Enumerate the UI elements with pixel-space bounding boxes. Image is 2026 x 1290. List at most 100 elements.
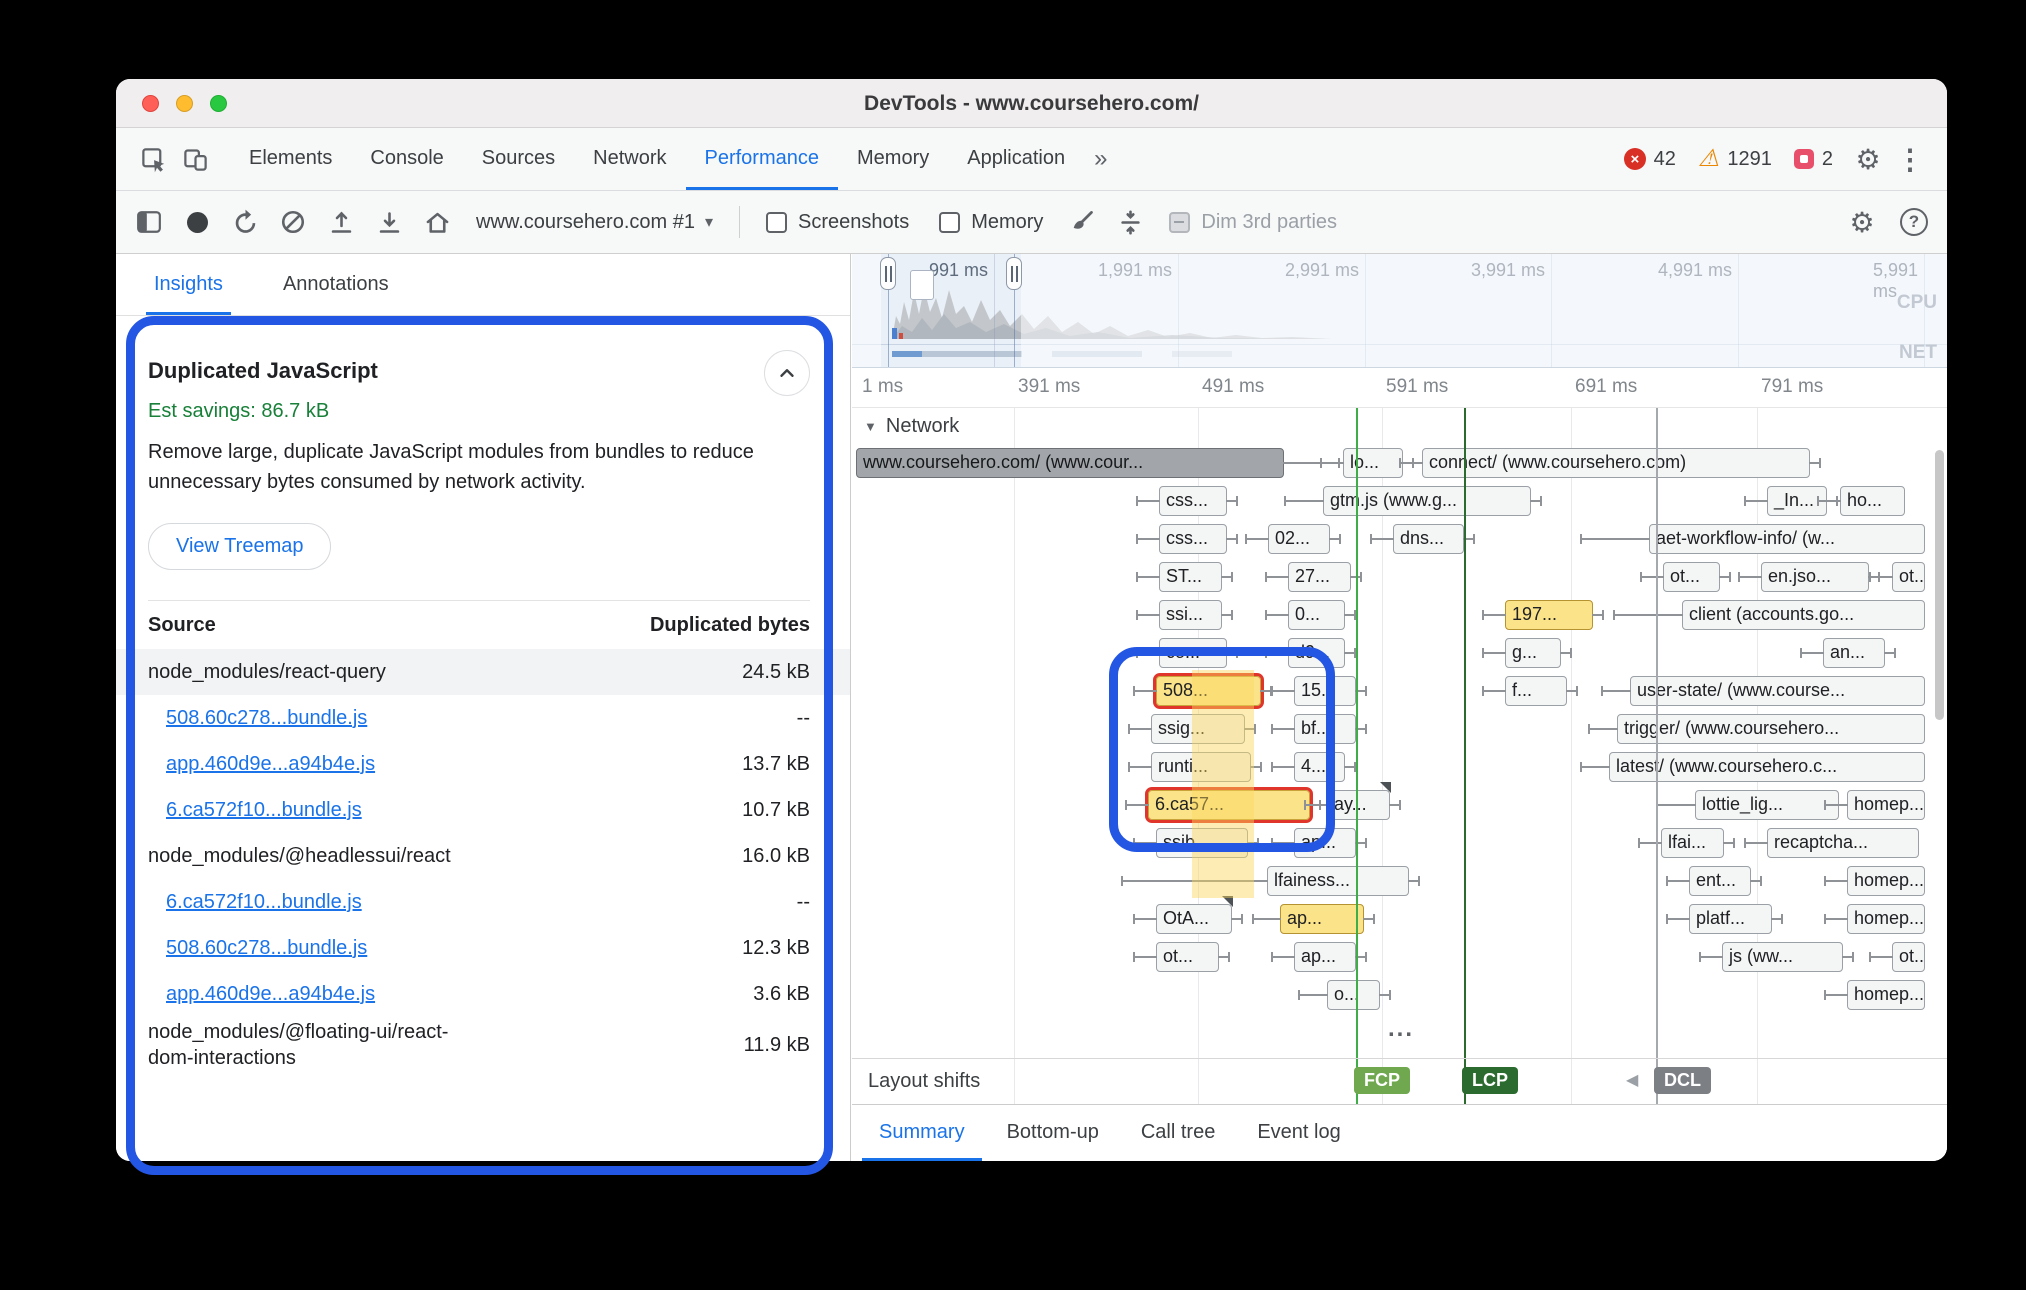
network-request[interactable]: lfai... [1661, 828, 1724, 858]
network-request[interactable]: 02... [1268, 524, 1330, 554]
network-request[interactable]: ssig... [1151, 714, 1245, 744]
load-profile-icon[interactable] [320, 201, 362, 243]
insight-table-row[interactable]: node_modules/react-query24.5 kB [116, 649, 850, 695]
network-request[interactable]: o... [1327, 980, 1380, 1010]
network-request[interactable]: 508... [1156, 676, 1261, 706]
network-request[interactable]: lfainess... [1267, 866, 1409, 896]
tab-elements[interactable]: Elements [230, 128, 351, 190]
vertical-scrollbar[interactable] [1935, 450, 1944, 720]
network-request[interactable]: dns... [1393, 524, 1464, 554]
insight-table-row[interactable]: 6.ca572f10...bundle.js10.7 kB [116, 787, 850, 833]
insight-table-row[interactable]: app.460d9e...a94b4e.js3.6 kB [116, 971, 850, 1017]
network-request[interactable]: connect/ (www.coursehero.com) [1422, 448, 1810, 478]
network-request[interactable]: ay... [1327, 790, 1390, 820]
network-request[interactable]: d9... [1288, 638, 1345, 668]
network-request[interactable]: 6.ca57... [1148, 790, 1310, 820]
warning-badge[interactable]: ⚠1291 [1698, 148, 1772, 171]
insight-table-row[interactable]: 6.ca572f10...bundle.js-- [116, 879, 850, 925]
network-request[interactable]: latest/ (www.coursehero.c... [1609, 752, 1925, 782]
view-treemap-button[interactable]: View Treemap [148, 523, 331, 570]
insight-table-row[interactable]: app.460d9e...a94b4e.js13.7 kB [116, 741, 850, 787]
script-link[interactable]: app.460d9e...a94b4e.js [166, 751, 375, 777]
marker-lcp[interactable]: LCP [1462, 1067, 1518, 1094]
tab-console[interactable]: Console [351, 128, 462, 190]
screenshots-checkbox[interactable]: Screenshots [754, 211, 921, 234]
network-request[interactable]: homep... [1847, 866, 1925, 896]
memory-checkbox[interactable]: Memory [927, 211, 1055, 234]
more-tabs-button[interactable]: » [1084, 145, 1117, 173]
tab-sources[interactable]: Sources [463, 128, 574, 190]
network-request[interactable]: lo... [1343, 448, 1403, 478]
selection-handle-right[interactable] [1006, 257, 1022, 290]
network-request[interactable]: 4... [1294, 752, 1345, 782]
network-request[interactable]: ot... [1156, 942, 1219, 972]
bottom-tab-event-log[interactable]: Event log [1240, 1105, 1357, 1161]
script-link[interactable]: 6.ca572f10...bundle.js [166, 889, 362, 915]
network-request[interactable]: aet-workflow-info/ (w... [1649, 524, 1925, 554]
network-request[interactable]: ot... [1663, 562, 1720, 592]
collapse-recording-icon[interactable] [1109, 201, 1151, 243]
device-toolbar-icon[interactable] [174, 138, 216, 180]
selection-handle-left[interactable] [880, 257, 896, 290]
network-request[interactable]: gtm.js (www.g... [1323, 486, 1531, 516]
network-request[interactable]: user-state/ (www.course... [1630, 676, 1925, 706]
network-request[interactable]: ot... [1892, 942, 1925, 972]
network-request[interactable]: OtA... [1156, 904, 1232, 934]
network-request[interactable]: ent... [1689, 866, 1751, 896]
live-metrics-home-icon[interactable] [416, 201, 458, 243]
dim-3rd-parties-checkbox[interactable]: Dim 3rd parties [1157, 211, 1349, 234]
script-link[interactable]: 508.60c278...bundle.js [166, 935, 367, 961]
network-request[interactable]: ST... [1159, 562, 1222, 592]
tab-application[interactable]: Application [948, 128, 1084, 190]
network-request[interactable]: trigger/ (www.coursehero... [1617, 714, 1925, 744]
network-request[interactable]: ap... [1280, 904, 1364, 934]
settings-gear-icon[interactable]: ⚙ [1847, 138, 1889, 180]
tab-performance[interactable]: Performance [686, 128, 839, 190]
network-request[interactable]: ot... [1892, 562, 1925, 592]
network-request[interactable]: 0... [1288, 600, 1345, 630]
marker-fcp[interactable]: FCP [1354, 1067, 1410, 1094]
marker-dcl[interactable]: DCL [1654, 1067, 1711, 1094]
network-request[interactable]: ssib... [1156, 828, 1248, 858]
network-request[interactable]: g... [1505, 638, 1561, 668]
network-request[interactable]: lottie_lig... [1695, 790, 1839, 820]
network-request[interactable]: platf... [1689, 904, 1772, 934]
kebab-menu-icon[interactable]: ⋮ [1889, 138, 1931, 180]
script-link[interactable]: 508.60c278...bundle.js [166, 705, 367, 731]
error-badge[interactable]: ×42 [1624, 148, 1676, 171]
sidebar-tab-insights[interactable]: Insights [146, 254, 231, 315]
network-request[interactable]: css... [1159, 524, 1227, 554]
help-icon[interactable]: ? [1893, 201, 1935, 243]
collapse-insight-button[interactable] [764, 350, 810, 396]
network-request[interactable]: runti... [1151, 752, 1251, 782]
insight-table-row[interactable]: node_modules/@headlessui/react16.0 kB [116, 833, 850, 879]
network-request[interactable]: en.jso... [1761, 562, 1869, 592]
collect-garbage-icon[interactable] [1061, 201, 1103, 243]
network-request[interactable]: homep... [1847, 904, 1925, 934]
filmstrip-thumbnail[interactable] [910, 270, 934, 300]
issues-badge[interactable]: 2 [1794, 148, 1833, 171]
bottom-tab-bottom-up[interactable]: Bottom-up [990, 1105, 1116, 1161]
insight-table-row[interactable]: node_modules/@floating-ui/react-dom-inte… [116, 1017, 850, 1073]
insight-table-row[interactable]: 508.60c278...bundle.js12.3 kB [116, 925, 850, 971]
toggle-sidebar-icon[interactable] [128, 201, 170, 243]
network-request[interactable]: recaptcha... [1767, 828, 1919, 858]
script-link[interactable]: 6.ca572f10...bundle.js [166, 797, 362, 823]
inspect-element-icon[interactable] [132, 138, 174, 180]
network-request[interactable]: bf... [1294, 714, 1356, 744]
network-request[interactable]: ho... [1840, 486, 1905, 516]
record-button[interactable] [176, 201, 218, 243]
network-request[interactable]: 197... [1505, 600, 1593, 630]
insight-table-row[interactable]: 508.60c278...bundle.js-- [116, 695, 850, 741]
capture-settings-gear-icon[interactable]: ⚙ [1841, 201, 1883, 243]
network-request[interactable]: ap... [1294, 942, 1356, 972]
network-request[interactable]: ssi... [1159, 600, 1222, 630]
network-request[interactable]: homep... [1847, 790, 1925, 820]
network-request[interactable]: client (accounts.go... [1682, 600, 1925, 630]
network-request[interactable]: an... [1823, 638, 1885, 668]
tab-memory[interactable]: Memory [838, 128, 948, 190]
bottom-tab-summary[interactable]: Summary [862, 1105, 982, 1161]
network-request[interactable]: homep... [1847, 980, 1925, 1010]
network-request[interactable]: f... [1505, 676, 1567, 706]
network-request[interactable]: www.coursehero.com/ (www.cour... [856, 448, 1284, 478]
